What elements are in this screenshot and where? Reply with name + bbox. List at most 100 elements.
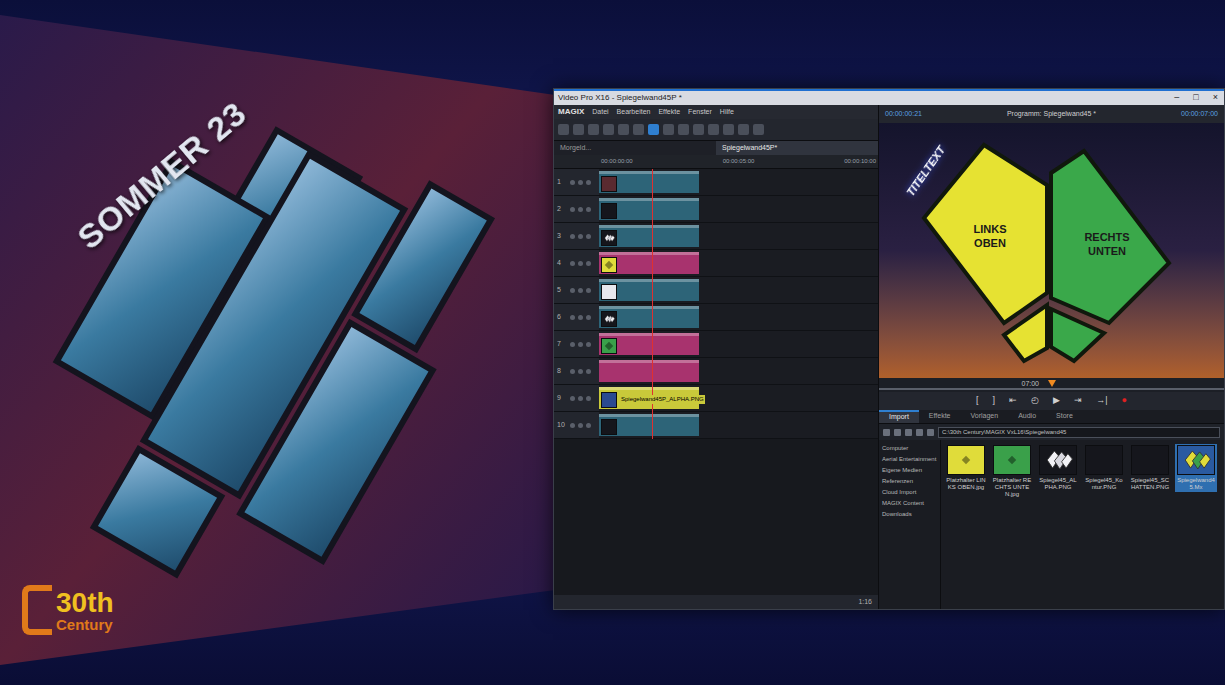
lock-icon[interactable]: [586, 423, 591, 428]
nav-button[interactable]: [883, 429, 890, 436]
solo-icon[interactable]: [570, 234, 575, 239]
sidebar-item[interactable]: Eigene Medien: [882, 466, 937, 474]
lock-icon[interactable]: [586, 315, 591, 320]
clip[interactable]: [599, 414, 699, 436]
toolbar-button[interactable]: [708, 124, 719, 135]
mute-icon[interactable]: [578, 234, 583, 239]
toolbar-button[interactable]: [573, 124, 584, 135]
zoom-level[interactable]: 1:16: [858, 597, 872, 608]
lock-icon[interactable]: [586, 180, 591, 185]
solo-icon[interactable]: [570, 423, 575, 428]
sidebar-item[interactable]: Aerial Entertainment: [882, 455, 937, 463]
solo-icon[interactable]: [570, 342, 575, 347]
transport-button[interactable]: ▶: [1053, 394, 1060, 408]
toolbar-button[interactable]: [618, 124, 629, 135]
sidebar-item[interactable]: Computer: [882, 444, 937, 452]
lock-icon[interactable]: [586, 342, 591, 347]
media-tab[interactable]: Store: [1046, 410, 1083, 423]
sidebar-item[interactable]: Cloud Import: [882, 488, 937, 496]
sidebar-item[interactable]: Downloads: [882, 510, 937, 518]
solo-icon[interactable]: [570, 315, 575, 320]
project-tab[interactable]: Morgeld...: [554, 141, 716, 155]
lock-icon[interactable]: [586, 261, 591, 266]
solo-icon[interactable]: [570, 369, 575, 374]
clip[interactable]: [599, 252, 699, 274]
media-tab[interactable]: Vorlagen: [961, 410, 1009, 423]
clip[interactable]: Spiegelwand45P_ALPHA.PNG: [599, 387, 699, 409]
sidebar-item[interactable]: MAGIX Content: [882, 499, 937, 507]
clip[interactable]: [599, 360, 699, 382]
track-header: 1: [554, 169, 599, 195]
file-item[interactable]: Platzhalter RECHTS UNTEN.jpg: [991, 444, 1033, 499]
path-field[interactable]: C:\30th Century\MAGIX VxL16\Spiegelwand4…: [938, 427, 1220, 438]
file-item[interactable]: Spiegel45_SCHATTEN.PNG: [1129, 444, 1171, 492]
window-control[interactable]: ×: [1211, 91, 1220, 105]
file-item[interactable]: Spiegel45_ALPHA.PNG: [1037, 444, 1079, 492]
mute-icon[interactable]: [578, 180, 583, 185]
menu-item[interactable]: Fenster: [688, 107, 712, 118]
window-control[interactable]: □: [1191, 91, 1200, 105]
transport-button[interactable]: ⇥: [1074, 394, 1082, 408]
transport-button[interactable]: →|: [1096, 394, 1107, 408]
lock-icon[interactable]: [586, 234, 591, 239]
mute-icon[interactable]: [578, 423, 583, 428]
scrubber[interactable]: 07:00: [879, 378, 1224, 392]
toolbar-button[interactable]: [738, 124, 749, 135]
clip[interactable]: [599, 306, 699, 328]
toolbar-button[interactable]: [753, 124, 764, 135]
toolbar-button[interactable]: [663, 124, 674, 135]
toolbar-button[interactable]: [588, 124, 599, 135]
toolbar-button[interactable]: [723, 124, 734, 135]
menu-item[interactable]: Bearbeiten: [617, 107, 651, 118]
solo-icon[interactable]: [570, 396, 575, 401]
toolbar-button[interactable]: [648, 124, 659, 135]
lock-icon[interactable]: [586, 288, 591, 293]
file-item[interactable]: Platzhalter LINKS OBEN.jpg: [945, 444, 987, 492]
clip[interactable]: [599, 198, 699, 220]
nav-button[interactable]: [916, 429, 923, 436]
menu-item[interactable]: Hilfe: [720, 107, 734, 118]
lock-icon[interactable]: [586, 207, 591, 212]
solo-icon[interactable]: [570, 207, 575, 212]
media-tab[interactable]: Audio: [1008, 410, 1046, 423]
lock-icon[interactable]: [586, 369, 591, 374]
nav-button[interactable]: [927, 429, 934, 436]
lock-icon[interactable]: [586, 396, 591, 401]
transport-button[interactable]: ◴: [1031, 394, 1039, 408]
mute-icon[interactable]: [578, 369, 583, 374]
position-marker[interactable]: [1048, 380, 1056, 387]
toolbar-button[interactable]: [693, 124, 704, 135]
clip[interactable]: [599, 279, 699, 301]
nav-button[interactable]: [894, 429, 901, 436]
mute-icon[interactable]: [578, 207, 583, 212]
clip[interactable]: [599, 225, 699, 247]
clip[interactable]: [599, 333, 699, 355]
media-tab[interactable]: Effekte: [919, 410, 961, 423]
transport-button[interactable]: ⇤: [1009, 394, 1017, 408]
mute-icon[interactable]: [578, 261, 583, 266]
nav-button[interactable]: [905, 429, 912, 436]
mute-icon[interactable]: [578, 288, 583, 293]
sidebar-item[interactable]: Referenzen: [882, 477, 937, 485]
toolbar-button[interactable]: [633, 124, 644, 135]
menu-item[interactable]: Effekte: [658, 107, 680, 118]
menu-item[interactable]: Datei: [592, 107, 608, 118]
transport-button[interactable]: [: [976, 394, 979, 408]
toolbar-button[interactable]: [558, 124, 569, 135]
toolbar-button[interactable]: [678, 124, 689, 135]
transport-button[interactable]: ●: [1121, 394, 1126, 408]
solo-icon[interactable]: [570, 288, 575, 293]
project-tab[interactable]: Spiegelwand45P*: [716, 141, 878, 155]
transport-button[interactable]: ]: [993, 394, 996, 408]
clip[interactable]: [599, 171, 699, 193]
mute-icon[interactable]: [578, 342, 583, 347]
solo-icon[interactable]: [570, 261, 575, 266]
toolbar-button[interactable]: [603, 124, 614, 135]
media-tab[interactable]: Import: [879, 410, 919, 423]
mute-icon[interactable]: [578, 315, 583, 320]
file-item[interactable]: Spiegel45_Kontur.PNG: [1083, 444, 1125, 492]
window-control[interactable]: –: [1172, 91, 1181, 105]
file-item[interactable]: Spiegelwand45.Mx: [1175, 444, 1217, 492]
mute-icon[interactable]: [578, 396, 583, 401]
solo-icon[interactable]: [570, 180, 575, 185]
